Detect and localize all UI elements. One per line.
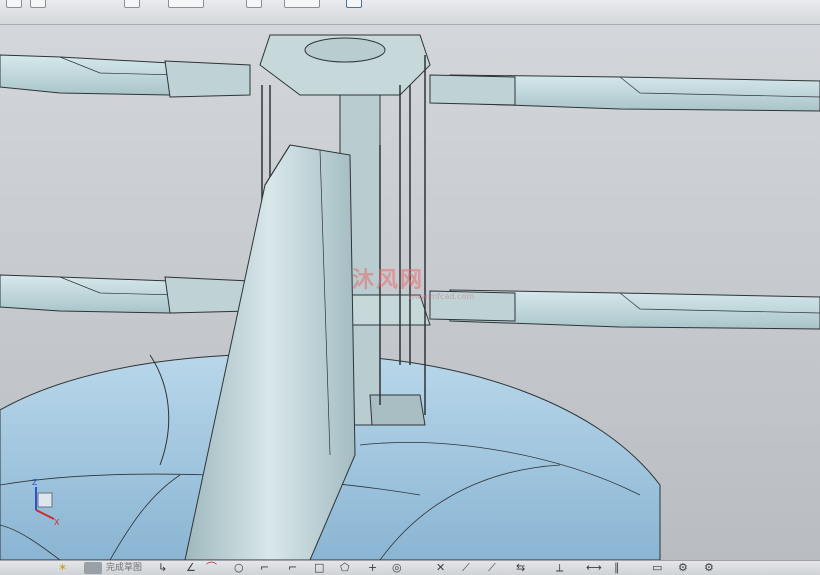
sketch-toolbar: ✶ 完成草图 ↳ ∠ ⌒ ○ ⌐ ⌐ □ ⬠ + ◎ ✕ ⟋ ⟋ ⇆ ⟂ ⟷ ∥… — [0, 560, 820, 575]
axis-z-label: Z — [32, 478, 38, 487]
line-icon[interactable]: ∠ — [186, 562, 196, 574]
constraint-icon[interactable]: ⟂ — [556, 562, 563, 574]
arc-icon[interactable]: ⌒ — [206, 562, 217, 574]
toolbar-dropdown[interactable] — [168, 0, 204, 8]
watermark-url: www.mfcad.com — [408, 292, 475, 301]
toolbar-dropdown[interactable] — [284, 0, 320, 8]
finish-sketch-label[interactable]: 完成草图 — [106, 562, 142, 574]
watermark-logo: 沐风网 — [352, 268, 425, 293]
relations-icon[interactable]: ⚙ — [678, 562, 688, 574]
rectangle-icon[interactable]: □ — [314, 562, 324, 574]
display-icon[interactable]: ▭ — [652, 562, 662, 574]
mirror-icon[interactable]: ⇆ — [516, 562, 525, 574]
profile-icon[interactable]: ↳ — [158, 562, 167, 574]
parallel-icon[interactable]: ∥ — [614, 562, 620, 574]
top-toolbar — [0, 0, 820, 25]
dimension-icon[interactable]: ⟷ — [586, 562, 602, 574]
extend-icon[interactable]: ⟋ — [462, 562, 470, 574]
polygon-icon[interactable]: ⬠ — [340, 562, 350, 574]
point-icon[interactable]: + — [368, 562, 377, 574]
toolbar-button[interactable] — [6, 0, 22, 8]
corner-icon[interactable]: ⟋ — [488, 562, 496, 574]
toolbar-button[interactable] — [124, 0, 140, 8]
fillet-icon[interactable]: ⌐ — [260, 562, 269, 574]
trim-icon[interactable]: ✕ — [436, 562, 445, 574]
finish-sketch-icon[interactable] — [84, 562, 102, 574]
toolbar-button[interactable] — [30, 0, 46, 8]
settings-icon[interactable]: ⚙ — [704, 562, 714, 574]
toolbar-button[interactable] — [246, 0, 262, 8]
circle-icon[interactable]: ○ — [234, 562, 244, 574]
axis-x-label: X — [54, 518, 60, 527]
toolbar-button[interactable] — [346, 0, 362, 8]
sketch-icon[interactable]: ✶ — [58, 562, 67, 574]
chamfer-icon[interactable]: ⌐ — [288, 562, 297, 574]
offset-icon[interactable]: ◎ — [392, 562, 402, 574]
